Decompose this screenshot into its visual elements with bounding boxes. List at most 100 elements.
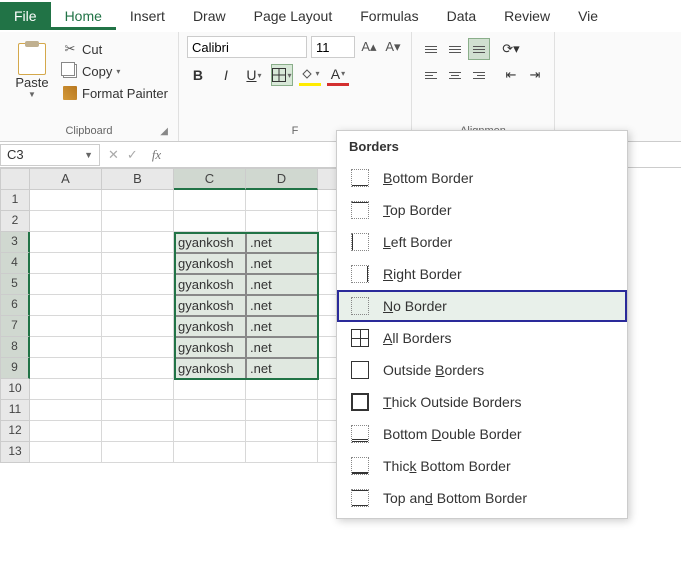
border-option-thb[interactable]: Thick Bottom Border	[337, 450, 627, 482]
align-top-button[interactable]	[420, 38, 442, 60]
row-header[interactable]: 4	[0, 253, 30, 274]
tab-home[interactable]: Home	[51, 2, 116, 30]
select-all[interactable]	[0, 168, 30, 190]
cell[interactable]	[102, 358, 174, 379]
row-header[interactable]: 11	[0, 400, 30, 421]
copy-button[interactable]: Copy ▾	[60, 62, 170, 80]
cell[interactable]	[246, 379, 318, 400]
fx-icon[interactable]: fx	[146, 147, 167, 163]
cell[interactable]: .net	[246, 232, 318, 253]
cell[interactable]	[102, 400, 174, 421]
orientation-button[interactable]: ⟳▾	[500, 38, 522, 60]
align-center-button[interactable]	[444, 64, 466, 86]
cell[interactable]	[102, 190, 174, 211]
cell[interactable]: .net	[246, 253, 318, 274]
cell[interactable]	[174, 442, 246, 463]
bold-button[interactable]: B	[187, 64, 209, 86]
border-option-right[interactable]: Right Border	[337, 258, 627, 290]
cell[interactable]	[30, 253, 102, 274]
cell[interactable]	[30, 379, 102, 400]
underline-button[interactable]: U▾	[243, 64, 265, 86]
row-header[interactable]: 12	[0, 421, 30, 442]
cell[interactable]	[30, 400, 102, 421]
cell[interactable]	[174, 379, 246, 400]
row-header[interactable]: 9	[0, 358, 30, 379]
cell[interactable]: .net	[246, 316, 318, 337]
tab-formulas[interactable]: Formulas	[346, 2, 432, 30]
enter-icon[interactable]: ✓	[127, 147, 138, 163]
increase-indent-button[interactable]: ⇥	[524, 64, 546, 86]
cell[interactable]	[30, 274, 102, 295]
align-left-button[interactable]	[420, 64, 442, 86]
tab-file[interactable]: File	[0, 2, 51, 30]
align-middle-button[interactable]	[444, 38, 466, 60]
cell[interactable]: .net	[246, 295, 318, 316]
italic-button[interactable]: I	[215, 64, 237, 86]
cell[interactable]: .net	[246, 358, 318, 379]
name-box[interactable]: C3 ▼	[0, 144, 100, 166]
format-painter-button[interactable]: Format Painter	[60, 84, 170, 102]
cell[interactable]	[102, 274, 174, 295]
cell[interactable]: gyankosh	[174, 316, 246, 337]
cell[interactable]	[30, 421, 102, 442]
border-option-top[interactable]: Top Border	[337, 194, 627, 226]
paste-button[interactable]: Paste ▼	[8, 36, 56, 106]
tab-draw[interactable]: Draw	[179, 2, 240, 30]
cell[interactable]	[246, 400, 318, 421]
column-header[interactable]: B	[102, 168, 174, 190]
row-header[interactable]: 3	[0, 232, 30, 253]
font-name-select[interactable]	[187, 36, 307, 58]
row-header[interactable]: 13	[0, 442, 30, 463]
cell[interactable]	[102, 379, 174, 400]
row-header[interactable]: 8	[0, 337, 30, 358]
align-right-button[interactable]	[468, 64, 490, 86]
border-option-dbl[interactable]: Bottom Double Border	[337, 418, 627, 450]
cell[interactable]	[102, 253, 174, 274]
cell[interactable]: gyankosh	[174, 253, 246, 274]
border-option-all[interactable]: All Borders	[337, 322, 627, 354]
align-bottom-button[interactable]	[468, 38, 490, 60]
tab-view[interactable]: Vie	[564, 2, 612, 30]
cell[interactable]: gyankosh	[174, 358, 246, 379]
row-header[interactable]: 2	[0, 211, 30, 232]
row-header[interactable]: 7	[0, 316, 30, 337]
cell[interactable]	[102, 442, 174, 463]
border-option-none[interactable]: No Border	[337, 290, 627, 322]
cell[interactable]: .net	[246, 337, 318, 358]
font-size-select[interactable]	[311, 36, 355, 58]
font-color-button[interactable]: A ▾	[327, 64, 349, 86]
tab-review[interactable]: Review	[490, 2, 564, 30]
border-option-thick[interactable]: Thick Outside Borders	[337, 386, 627, 418]
cell[interactable]	[30, 232, 102, 253]
row-header[interactable]: 10	[0, 379, 30, 400]
tab-insert[interactable]: Insert	[116, 2, 179, 30]
decrease-indent-button[interactable]: ⇤	[500, 64, 522, 86]
tab-page-layout[interactable]: Page Layout	[240, 2, 347, 30]
cell[interactable]: gyankosh	[174, 295, 246, 316]
cell[interactable]	[30, 295, 102, 316]
row-header[interactable]: 6	[0, 295, 30, 316]
cell[interactable]	[174, 400, 246, 421]
cell[interactable]	[246, 442, 318, 463]
cell[interactable]	[246, 421, 318, 442]
border-option-outside[interactable]: Outside Borders	[337, 354, 627, 386]
cell[interactable]	[246, 211, 318, 232]
increase-font-icon[interactable]: A▴	[359, 36, 379, 58]
cut-button[interactable]: ✂ Cut	[60, 40, 170, 58]
cell[interactable]: .net	[246, 274, 318, 295]
border-option-tb[interactable]: Top and Bottom Border	[337, 482, 627, 514]
cell[interactable]	[102, 211, 174, 232]
cell[interactable]	[30, 442, 102, 463]
column-header[interactable]: C	[174, 168, 246, 190]
cell[interactable]	[102, 232, 174, 253]
cell[interactable]	[30, 211, 102, 232]
cell[interactable]	[102, 421, 174, 442]
borders-button[interactable]: ▾	[271, 64, 293, 86]
cancel-icon[interactable]: ✕	[108, 147, 119, 163]
dialog-launcher-icon[interactable]: ◢	[160, 126, 168, 137]
column-header[interactable]: D	[246, 168, 318, 190]
border-option-left[interactable]: Left Border	[337, 226, 627, 258]
row-header[interactable]: 1	[0, 190, 30, 211]
cell[interactable]: gyankosh	[174, 274, 246, 295]
column-header[interactable]: A	[30, 168, 102, 190]
